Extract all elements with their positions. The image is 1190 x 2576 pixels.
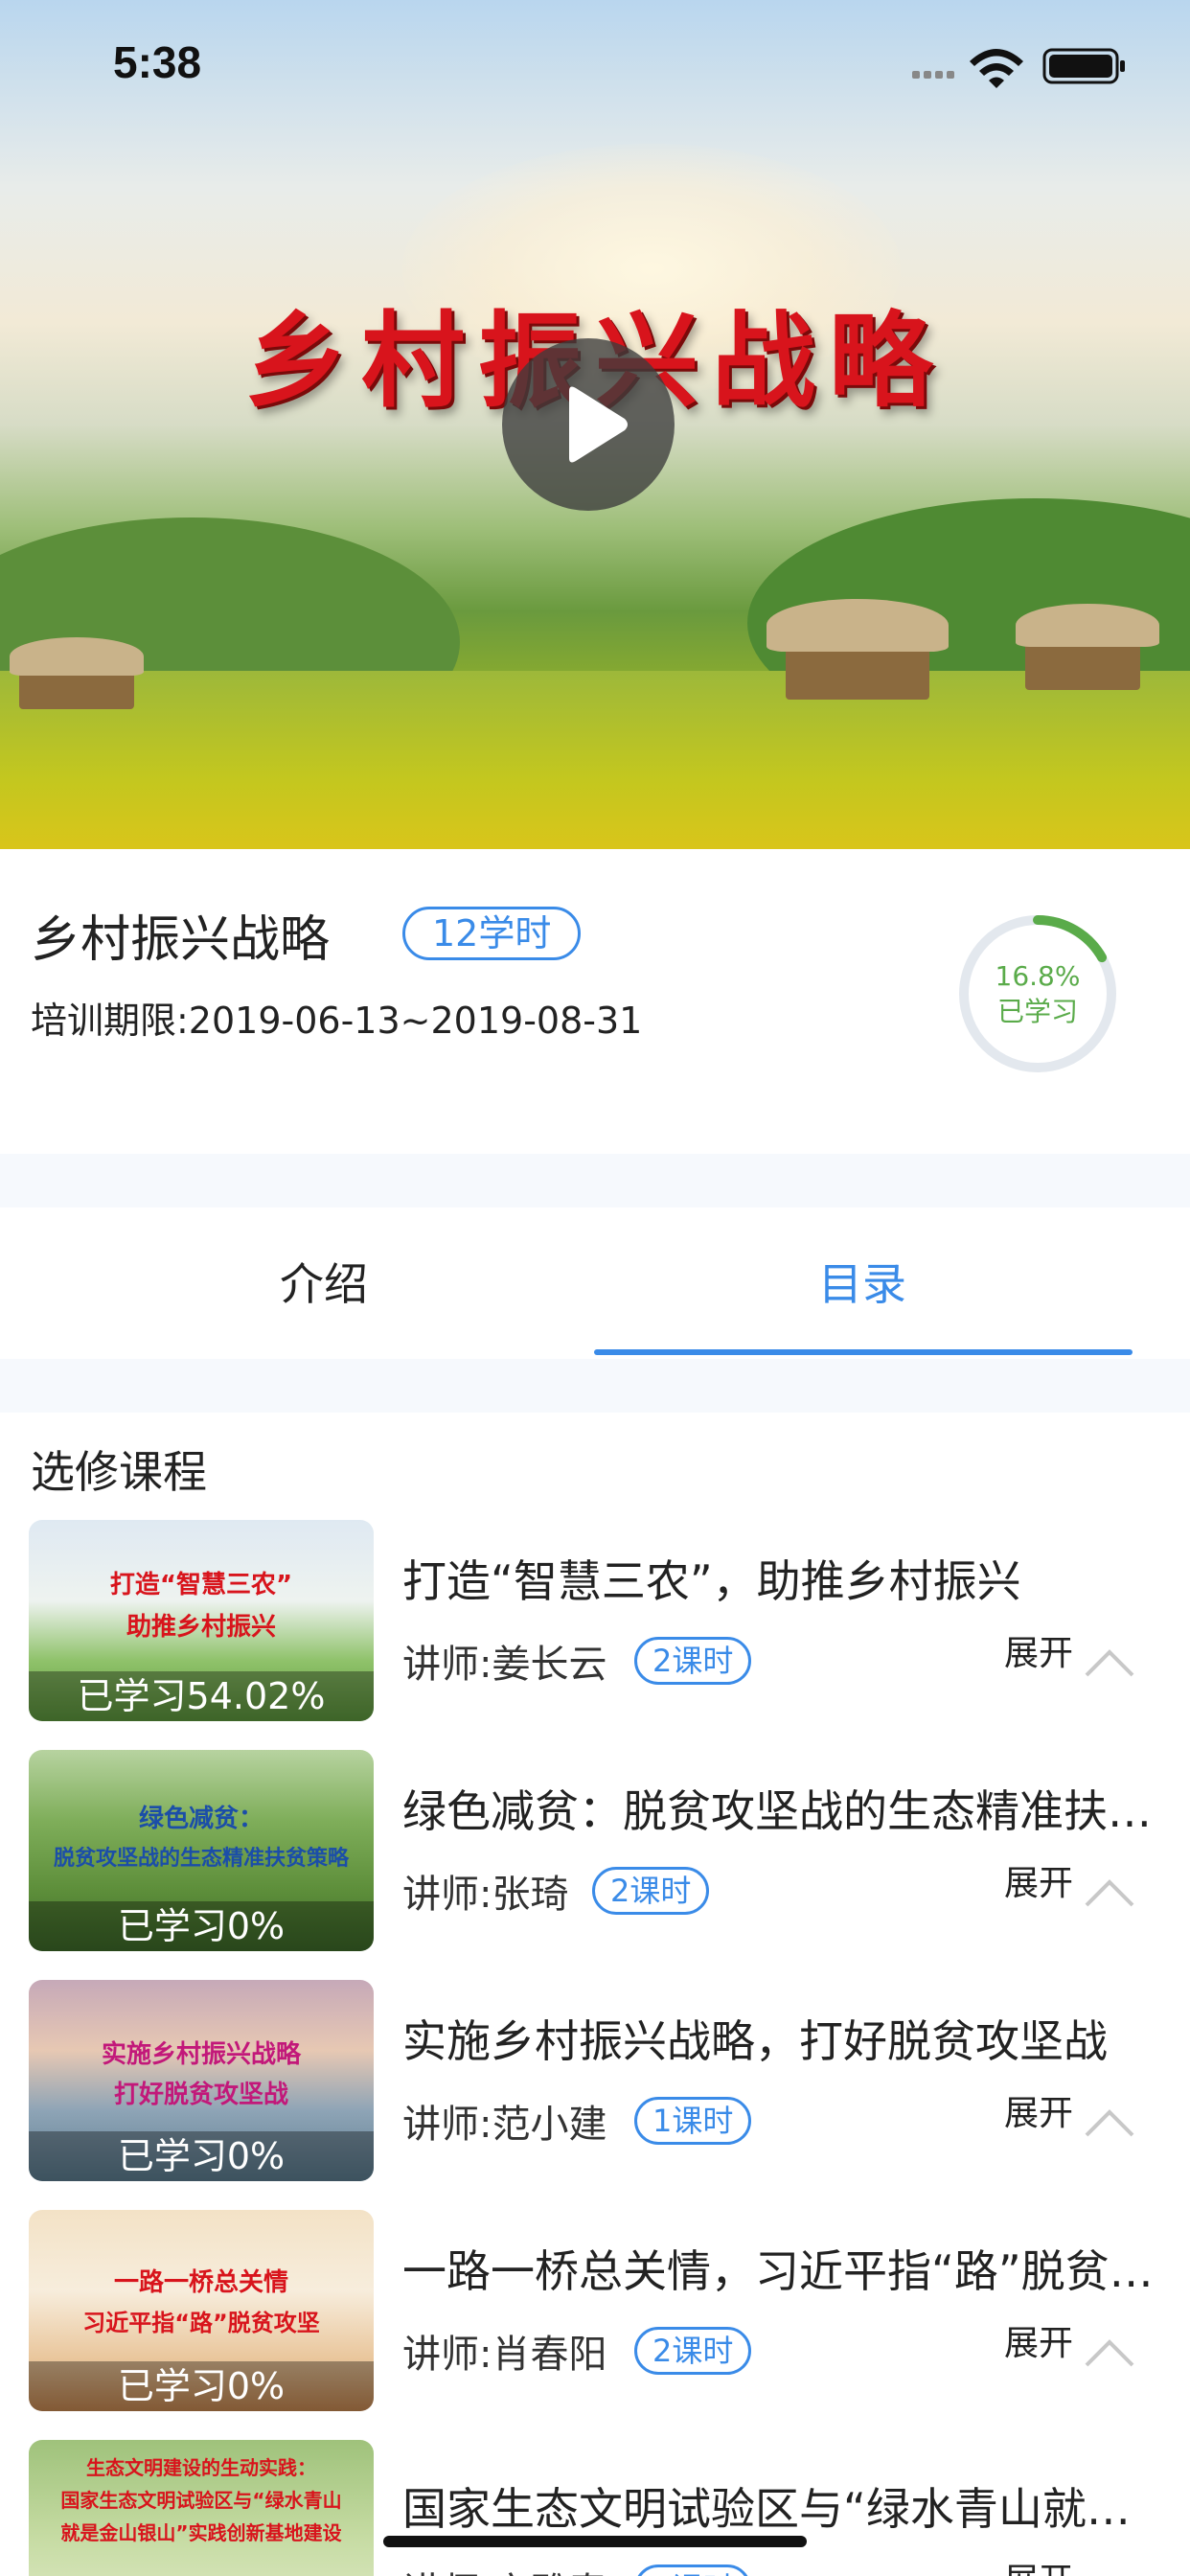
course-item-title: 打造“智慧三农”，助推乡村振兴 bbox=[402, 1555, 1021, 1607]
teacher-name: 讲师:张琦 bbox=[402, 1873, 569, 1917]
hero-roof-far-right bbox=[1016, 604, 1159, 647]
hero-roof-right bbox=[767, 599, 949, 652]
expand-button[interactable]: 展开 bbox=[1004, 2085, 1073, 2135]
tab-bar: 介绍 目录 bbox=[0, 1208, 1190, 1359]
course-item-title: 绿色减贫：脱贫攻坚战的生态精准扶贫策略 bbox=[402, 1785, 1159, 1837]
tab-intro[interactable]: 介绍 bbox=[280, 1250, 368, 1313]
lesson-badge: 2课时 bbox=[634, 2564, 752, 2576]
signal-icon bbox=[912, 71, 954, 79]
play-button[interactable] bbox=[502, 338, 675, 511]
lesson-badge: 2课时 bbox=[634, 1637, 752, 1685]
hero-field bbox=[0, 671, 1190, 849]
tab-active-indicator bbox=[594, 1349, 1133, 1355]
thumb-text-line: 生态文明建设的生动实践： bbox=[86, 2456, 316, 2479]
lesson-badge: 2课时 bbox=[634, 2327, 752, 2375]
home-indicator bbox=[383, 2536, 807, 2547]
hero-roof-left bbox=[10, 637, 144, 676]
play-icon bbox=[569, 386, 628, 463]
list-item[interactable]: 实施乡村振兴战略 打好脱贫攻坚战 已学习0% 实施乡村振兴战略，打好脱贫攻坚战 … bbox=[0, 1980, 1190, 2185]
thumb-text-line: 绿色减贫： bbox=[138, 1805, 263, 1833]
course-item-title: 国家生态文明试验区与“绿水青山就是金山银山” bbox=[402, 2483, 1159, 2535]
learned-progress: 已学习0% bbox=[29, 2361, 374, 2411]
chevron-up-icon[interactable] bbox=[1083, 2103, 1136, 2141]
expand-button[interactable]: 展开 bbox=[1004, 2553, 1073, 2576]
thumb-text-line: 打好脱贫攻坚战 bbox=[113, 2081, 288, 2109]
chevron-up-icon[interactable] bbox=[1083, 1643, 1136, 1681]
thumb-text-line: 脱贫攻坚战的生态精准扶贫策略 bbox=[53, 1847, 349, 1871]
battery-icon bbox=[1042, 48, 1125, 84]
expand-button[interactable]: 展开 bbox=[1004, 1625, 1073, 1675]
wifi-icon bbox=[970, 49, 1023, 88]
course-list: 选修课程 打造“智慧三农” 助推乡村振兴 已学习54.02% 打造“智慧三农”，… bbox=[0, 1413, 1190, 2576]
learned-progress: 已学习0% bbox=[29, 2131, 374, 2181]
learned-progress: 已学习0% bbox=[29, 1901, 374, 1951]
course-title: 乡村振兴战略 bbox=[31, 911, 331, 969]
thumb-text-line: 实施乡村振兴战略 bbox=[101, 2040, 301, 2069]
thumb-text-line: 就是金山银山”实践创新基地建设 bbox=[60, 2521, 342, 2544]
training-period: 培训期限:2019-06-13~2019-08-31 bbox=[31, 1000, 643, 1042]
chevron-up-icon[interactable] bbox=[1083, 2333, 1136, 2371]
course-thumbnail: 绿色减贫： 脱贫攻坚战的生态精准扶贫策略 已学习0% bbox=[29, 1750, 374, 1951]
hours-badge: 12学时 bbox=[402, 907, 582, 960]
course-thumbnail: 打造“智慧三农” 助推乡村振兴 已学习54.02% bbox=[29, 1520, 374, 1721]
expand-button[interactable]: 展开 bbox=[1004, 2315, 1073, 2365]
lesson-badge: 2课时 bbox=[592, 1867, 710, 1915]
thumb-text-line: 助推乡村振兴 bbox=[126, 1613, 276, 1642]
course-item-title: 实施乡村振兴战略，打好脱贫攻坚战 bbox=[402, 2015, 1108, 2067]
learned-progress: 已学习54.02% bbox=[29, 1671, 374, 1721]
teacher-name: 讲师:宋雅春 bbox=[402, 2561, 606, 2576]
thumb-text-line: 一路一桥总关情 bbox=[113, 2268, 288, 2297]
course-thumbnail: 实施乡村振兴战略 打好脱贫攻坚战 已学习0% bbox=[29, 1980, 374, 2181]
list-item[interactable]: 绿色减贫： 脱贫攻坚战的生态精准扶贫策略 已学习0% 绿色减贫：脱贫攻坚战的生态… bbox=[0, 1750, 1190, 1955]
course-item-title: 一路一桥总关情，习近平指“路”脱贫攻坚 bbox=[402, 2245, 1159, 2297]
divider bbox=[0, 1154, 1190, 1208]
progress-percent: 16.8% bbox=[995, 960, 1081, 992]
course-info: 乡村振兴战略 12学时 培训期限:2019-06-13~2019-08-31 1… bbox=[0, 849, 1190, 1154]
divider bbox=[0, 1359, 1190, 1413]
lesson-badge: 1课时 bbox=[634, 2097, 752, 2145]
course-thumbnail: 生态文明建设的生动实践： 国家生态文明试验区与“绿水青山 就是金山银山”实践创新… bbox=[29, 2440, 374, 2576]
tab-catalog[interactable]: 目录 bbox=[818, 1250, 906, 1313]
list-item[interactable]: 生态文明建设的生动实践： 国家生态文明试验区与“绿水青山 就是金山银山”实践创新… bbox=[0, 2440, 1190, 2576]
teacher-name: 讲师:肖春阳 bbox=[402, 2333, 607, 2377]
thumb-text-line: 习近平指“路”脱贫攻坚 bbox=[82, 2310, 320, 2336]
list-item[interactable]: 一路一桥总关情 习近平指“路”脱贫攻坚 已学习0% 一路一桥总关情，习近平指“路… bbox=[0, 2210, 1190, 2415]
section-title: 选修课程 bbox=[31, 1446, 207, 1498]
course-thumbnail: 一路一桥总关情 习近平指“路”脱贫攻坚 已学习0% bbox=[29, 2210, 374, 2411]
thumb-text-line: 国家生态文明试验区与“绿水青山 bbox=[60, 2489, 342, 2512]
status-icons bbox=[910, 42, 1131, 88]
teacher-name: 讲师:范小建 bbox=[402, 2103, 607, 2147]
chevron-up-icon[interactable] bbox=[1083, 1873, 1136, 1911]
list-item[interactable]: 打造“智慧三农” 助推乡村振兴 已学习54.02% 打造“智慧三农”，助推乡村振… bbox=[0, 1520, 1190, 1725]
video-player[interactable]: 乡村振兴战略 bbox=[0, 0, 1190, 849]
status-time: 5:38 bbox=[113, 37, 202, 87]
thumb-text-line: 打造“智慧三农” bbox=[109, 1571, 293, 1599]
progress-label: 已学习 bbox=[996, 996, 1078, 1027]
expand-button[interactable]: 展开 bbox=[1004, 1855, 1073, 1905]
teacher-name: 讲师:姜长云 bbox=[402, 1643, 607, 1687]
